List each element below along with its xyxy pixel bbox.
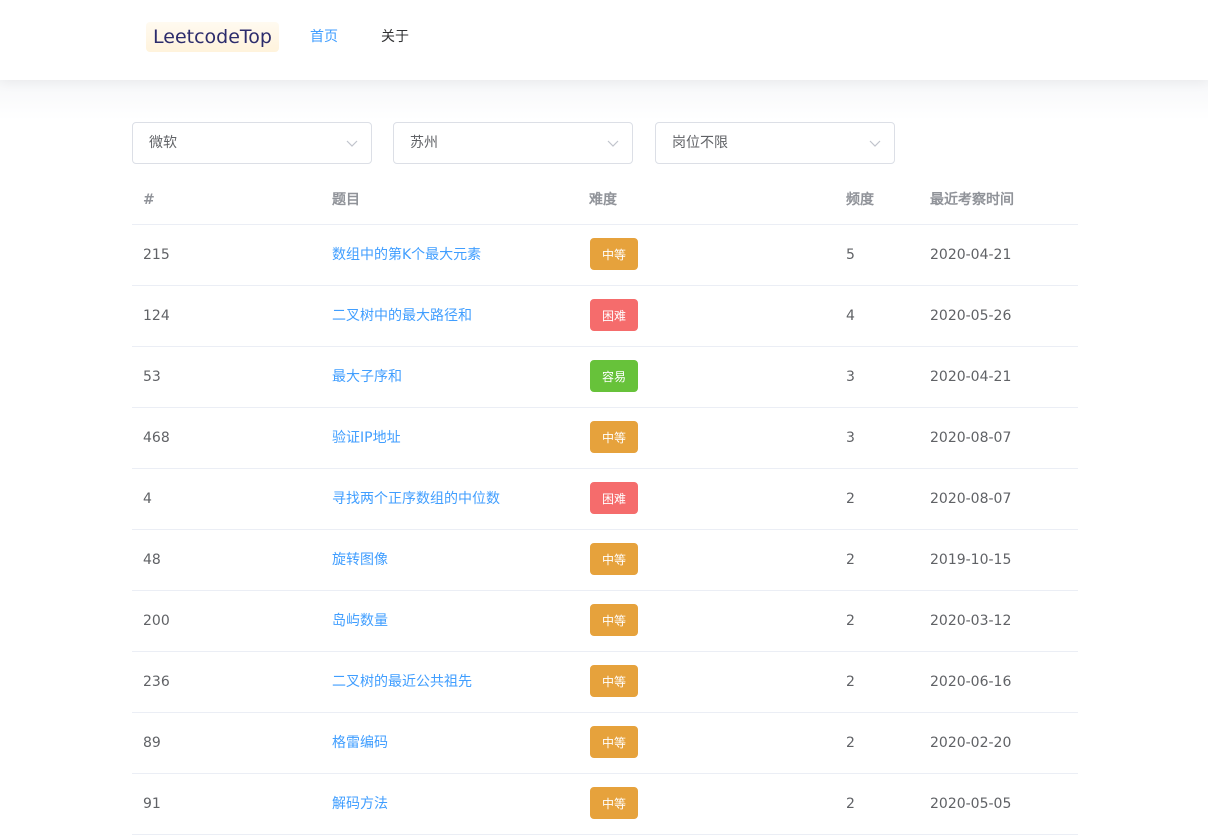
difficulty-tag: 中等 xyxy=(590,543,638,575)
problem-title-link[interactable]: 最大子序和 xyxy=(332,347,402,407)
problem-number: 4 xyxy=(143,491,152,507)
site-logo[interactable]: LeetcodeTop xyxy=(146,22,279,52)
table-row: 200 岛屿数量 中等 2 2020-03-12 xyxy=(132,591,1078,652)
table-row: 91 解码方法 中等 2 2020-05-05 xyxy=(132,774,1078,835)
problem-number: 200 xyxy=(143,613,170,629)
problem-number: 91 xyxy=(143,796,161,812)
position-select-value: 岗位不限 xyxy=(672,135,728,151)
problem-number: 215 xyxy=(143,247,170,263)
difficulty-tag: 中等 xyxy=(590,238,638,270)
difficulty-tag: 困难 xyxy=(590,299,638,331)
position-select[interactable]: 岗位不限 xyxy=(655,122,895,164)
difficulty-tag: 困难 xyxy=(590,482,638,514)
table-row: 48 旋转图像 中等 2 2019-10-15 xyxy=(132,530,1078,591)
top-header: LeetcodeTop 首页 关于 xyxy=(0,0,1208,80)
difficulty-tag: 中等 xyxy=(590,787,638,819)
table-row: 124 二叉树中的最大路径和 困难 4 2020-05-26 xyxy=(132,286,1078,347)
problem-number: 48 xyxy=(143,552,161,568)
problem-frequency: 4 xyxy=(846,308,855,324)
problem-number: 89 xyxy=(143,735,161,751)
problem-frequency: 2 xyxy=(846,613,855,629)
problem-frequency: 2 xyxy=(846,796,855,812)
problem-frequency: 3 xyxy=(846,369,855,385)
problem-title-link[interactable]: 旋转图像 xyxy=(332,530,388,590)
column-header-date[interactable]: 最近考察时间 xyxy=(930,176,1014,224)
table-header: # 题目 难度 频度 最近考察时间 xyxy=(132,176,1078,225)
difficulty-tag: 中等 xyxy=(590,665,638,697)
company-select[interactable]: 微软 xyxy=(132,122,372,164)
problem-last-date: 2020-05-05 xyxy=(930,796,1012,812)
problem-title-link[interactable]: 岛屿数量 xyxy=(332,591,388,651)
problem-number: 53 xyxy=(143,369,161,385)
problem-title-link[interactable]: 解码方法 xyxy=(332,774,388,834)
nav-about-link[interactable]: 关于 xyxy=(381,27,409,47)
problem-number: 236 xyxy=(143,674,170,690)
difficulty-tag: 容易 xyxy=(590,360,638,392)
problem-last-date: 2020-02-20 xyxy=(930,735,1012,751)
table-row: 236 二叉树的最近公共祖先 中等 2 2020-06-16 xyxy=(132,652,1078,713)
problem-last-date: 2019-10-15 xyxy=(930,552,1012,568)
city-select-value: 苏州 xyxy=(410,135,438,151)
problem-title-link[interactable]: 验证IP地址 xyxy=(332,408,401,468)
company-select-value: 微软 xyxy=(149,135,177,151)
column-header-difficulty[interactable]: 难度 xyxy=(589,176,617,224)
problem-number: 124 xyxy=(143,308,170,324)
problem-frequency: 2 xyxy=(846,552,855,568)
column-header-title[interactable]: 题目 xyxy=(332,176,360,224)
column-header-frequency[interactable]: 频度 xyxy=(846,176,874,224)
problem-frequency: 2 xyxy=(846,491,855,507)
problem-last-date: 2020-08-07 xyxy=(930,430,1012,446)
difficulty-tag: 中等 xyxy=(590,604,638,636)
problem-title-link[interactable]: 数组中的第K个最大元素 xyxy=(332,225,481,285)
table-row: 89 格雷编码 中等 2 2020-02-20 xyxy=(132,713,1078,774)
problem-title-link[interactable]: 寻找两个正序数组的中位数 xyxy=(332,469,500,529)
nav-home-link[interactable]: 首页 xyxy=(310,27,338,47)
problem-frequency: 5 xyxy=(846,247,855,263)
table-row: 4 寻找两个正序数组的中位数 困难 2 2020-08-07 xyxy=(132,469,1078,530)
chevron-down-icon xyxy=(346,140,358,147)
header-shadow xyxy=(0,80,1208,120)
problem-title-link[interactable]: 二叉树的最近公共祖先 xyxy=(332,652,472,712)
problems-table: # 题目 难度 频度 最近考察时间 215 数组中的第K个最大元素 中等 5 2… xyxy=(132,176,1078,835)
chevron-down-icon xyxy=(607,140,619,147)
problem-last-date: 2020-06-16 xyxy=(930,674,1012,690)
table-body: 215 数组中的第K个最大元素 中等 5 2020-04-21 124 二叉树中… xyxy=(132,225,1078,835)
city-select[interactable]: 苏州 xyxy=(393,122,633,164)
problem-last-date: 2020-04-21 xyxy=(930,369,1012,385)
problem-title-link[interactable]: 二叉树中的最大路径和 xyxy=(332,286,472,346)
problem-last-date: 2020-04-21 xyxy=(930,247,1012,263)
table-row: 53 最大子序和 容易 3 2020-04-21 xyxy=(132,347,1078,408)
problem-last-date: 2020-03-12 xyxy=(930,613,1012,629)
column-header-number[interactable]: # xyxy=(143,176,155,224)
problem-last-date: 2020-05-26 xyxy=(930,308,1012,324)
problem-number: 468 xyxy=(143,430,170,446)
difficulty-tag: 中等 xyxy=(590,421,638,453)
problem-frequency: 3 xyxy=(846,430,855,446)
table-row: 468 验证IP地址 中等 3 2020-08-07 xyxy=(132,408,1078,469)
problem-frequency: 2 xyxy=(846,674,855,690)
table-row: 215 数组中的第K个最大元素 中等 5 2020-04-21 xyxy=(132,225,1078,286)
problem-title-link[interactable]: 格雷编码 xyxy=(332,713,388,773)
difficulty-tag: 中等 xyxy=(590,726,638,758)
chevron-down-icon xyxy=(869,140,881,147)
problem-last-date: 2020-08-07 xyxy=(930,491,1012,507)
problem-frequency: 2 xyxy=(846,735,855,751)
